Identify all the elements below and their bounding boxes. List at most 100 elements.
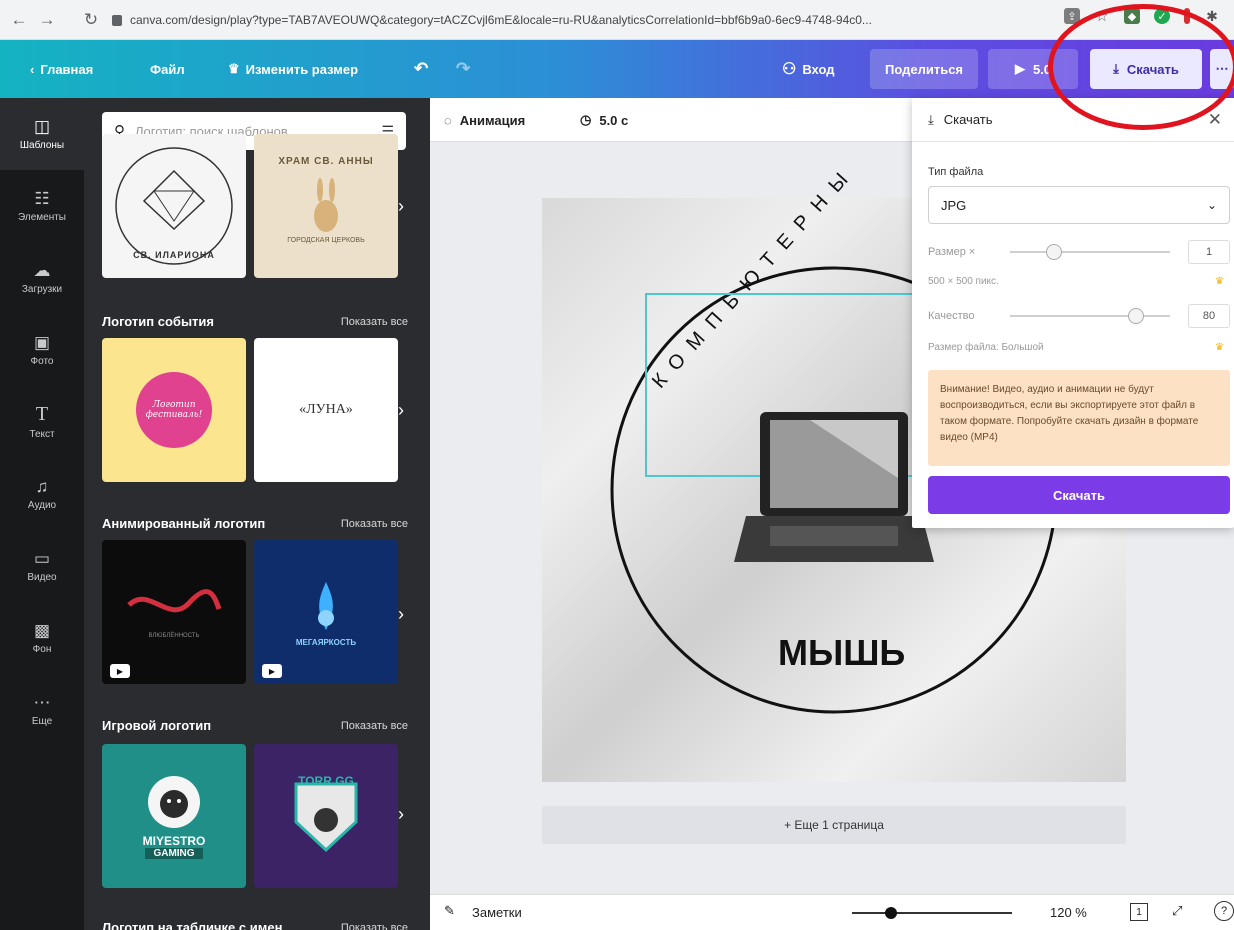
close-icon[interactable]: ✕	[1208, 110, 1222, 130]
fullscreen-icon[interactable]: ⤢	[1172, 903, 1182, 919]
login-button[interactable]: ⚇ Вход	[782, 40, 835, 98]
rail-item-text[interactable]: T Текст	[0, 386, 84, 458]
url-text: canva.com/design/play?type=TAB7AVEOUWQ&c…	[130, 13, 872, 27]
template-thumb[interactable]: TORR.GG	[254, 744, 398, 888]
background-icon: ▩	[33, 620, 51, 640]
redo-button[interactable]: ↷	[456, 40, 470, 98]
rail-label: Фон	[32, 643, 52, 655]
quality-input[interactable]: 80	[1188, 304, 1230, 328]
rail-item-more[interactable]: ⋯ Еще	[0, 674, 84, 746]
template-thumb[interactable]: MIYESTRO GAMING	[102, 744, 246, 888]
check-extension-icon[interactable]: ✓	[1154, 8, 1170, 24]
download-icon: ⤓	[928, 111, 934, 127]
show-all-link[interactable]: Показать все	[341, 518, 408, 530]
templates-panel: ⚲ ☰ СВ. ИЛАРИОНА ХРАМ СВ. АННЫ ГОРОДСКАЯ…	[84, 98, 430, 930]
template-thumb[interactable]: «ЛУНА»	[254, 338, 398, 482]
zoom-value[interactable]: 120 %	[1050, 905, 1087, 920]
file-menu[interactable]: Файл	[150, 40, 185, 98]
template-thumb[interactable]: ВЛЮБЛЁННОСТЬ ▶	[102, 540, 246, 684]
rail-item-photos[interactable]: ▣ Фото	[0, 314, 84, 386]
quality-row: Качество 80	[928, 304, 1230, 328]
template-thumb[interactable]: СВ. ИЛАРИОНА	[102, 134, 246, 278]
thumb-text: GAMING	[145, 847, 203, 859]
rail-item-elements[interactable]: ☷ Элементы	[0, 170, 84, 242]
rail-item-uploads[interactable]: ☁ Загрузки	[0, 242, 84, 314]
thumb-text: ВЛЮБЛЁННОСТЬ	[148, 633, 200, 639]
add-page-label: + Еще 1 страница	[784, 818, 884, 832]
chevron-right-icon[interactable]: ›	[398, 604, 404, 625]
download-label: Скачать	[1126, 61, 1179, 77]
play-duration: 5.0	[1032, 61, 1052, 77]
thumb-text: МЕГАЯРКОСТЬ	[295, 637, 357, 647]
rail-item-video[interactable]: ▭ Видео	[0, 530, 84, 602]
home-button[interactable]: ‹ Главная	[30, 40, 93, 98]
address-bar[interactable]: canva.com/design/play?type=TAB7AVEOUWQ&c…	[112, 7, 872, 33]
rail-item-background[interactable]: ▩ Фон	[0, 602, 84, 674]
zoom-slider[interactable]	[852, 912, 1012, 914]
show-all-link[interactable]: Показать все	[341, 316, 408, 328]
rail-item-audio[interactable]: ♫ Аудио	[0, 458, 84, 530]
download-panel-header: ⤓ Скачать	[912, 98, 1234, 142]
rail-label: Видео	[27, 571, 57, 583]
download-panel-title: Скачать	[943, 112, 993, 127]
rail-item-templates[interactable]: ◫ Шаблоны	[0, 98, 84, 170]
forward-icon[interactable]: →	[34, 7, 60, 33]
size-px-hint: 500 × 500 пикс.	[928, 276, 999, 287]
notes-button[interactable]: Заметки	[472, 905, 522, 920]
rail-label: Элементы	[18, 211, 66, 223]
red-extension-icon[interactable]	[1184, 8, 1190, 24]
chevron-right-icon[interactable]: ›	[398, 196, 404, 217]
size-slider-knob[interactable]	[1046, 244, 1062, 260]
download-button[interactable]: ⤓ Скачать	[1090, 49, 1202, 89]
extension-icon[interactable]: ◆	[1124, 8, 1140, 24]
template-thumb[interactable]: МЕГАЯРКОСТЬ ▶	[254, 540, 398, 684]
chevron-right-icon[interactable]: ›	[398, 400, 404, 421]
play-button[interactable]: ▶ 5.0	[988, 49, 1078, 89]
show-all-link[interactable]: Показать все	[341, 720, 408, 732]
section-header: Анимированный логотип Показать все	[102, 516, 408, 531]
bottom-text[interactable]: МЫШЬ	[778, 632, 905, 674]
uploads-icon: ☁	[33, 260, 51, 280]
flame-graphic	[318, 581, 334, 630]
puzzle-icon[interactable]: ✱	[1204, 8, 1220, 24]
quality-slider-knob[interactable]	[1128, 308, 1144, 324]
size-slider[interactable]	[1010, 251, 1170, 253]
left-rail: ◫ Шаблоны ☷ Элементы ☁ Загрузки ▣ Фото T…	[0, 98, 84, 930]
size-label: Размер ×	[928, 246, 976, 258]
zoom-knob[interactable]	[885, 907, 897, 919]
duration-button[interactable]: ◷ 5.0 с	[580, 98, 628, 142]
more-options-button[interactable]: ⋯	[1210, 49, 1234, 89]
thumb-text: ГОРОДСКАЯ ЦЕРКОВЬ	[287, 237, 365, 244]
add-page-button[interactable]: + Еще 1 страница	[542, 806, 1126, 844]
undo-button[interactable]: ↶	[414, 40, 428, 98]
size-input[interactable]: 1	[1188, 240, 1230, 264]
animation-icon: ◌	[444, 112, 452, 128]
star-icon[interactable]: ☆	[1094, 8, 1110, 25]
download-submit-button[interactable]: Скачать	[928, 476, 1230, 514]
help-icon[interactable]: ?	[1214, 901, 1234, 921]
reload-icon[interactable]: ↻	[78, 7, 104, 33]
quality-slider[interactable]	[1010, 315, 1170, 317]
extensions: ⇪ ☆ ◆ ✓ ✱	[1064, 8, 1220, 25]
thumb-text: TORR.GG	[298, 774, 354, 788]
share-button[interactable]: Поделиться	[870, 49, 978, 89]
share-page-icon[interactable]: ⇪	[1064, 8, 1080, 24]
back-icon[interactable]: ←	[6, 7, 32, 33]
section-header: Логотип на табличке с имен... Показать в…	[102, 920, 408, 930]
animation-label: Анимация	[459, 112, 526, 128]
page-count-badge[interactable]: 1	[1130, 903, 1148, 921]
resize-button[interactable]: ♛ Изменить размер	[228, 40, 358, 98]
file-type-value: JPG	[941, 197, 967, 213]
templates-icon: ◫	[33, 116, 51, 136]
template-thumb[interactable]: ХРАМ СВ. АННЫ ГОРОДСКАЯ ЦЕРКОВЬ	[254, 134, 398, 278]
template-thumb[interactable]: Логотип фестиваль!	[102, 338, 246, 482]
section-title: Логотип события	[102, 314, 214, 329]
animation-button[interactable]: ◌ Анимация	[444, 98, 525, 142]
play-icon: ▶	[110, 664, 130, 678]
crown-icon: ♛	[1215, 276, 1224, 287]
clock-icon: ◷	[580, 112, 592, 127]
video-icon: ▭	[33, 548, 51, 568]
file-type-select[interactable]: JPG ⌄	[928, 186, 1230, 224]
show-all-link[interactable]: Показать все	[341, 922, 408, 930]
chevron-right-icon[interactable]: ›	[398, 804, 404, 825]
